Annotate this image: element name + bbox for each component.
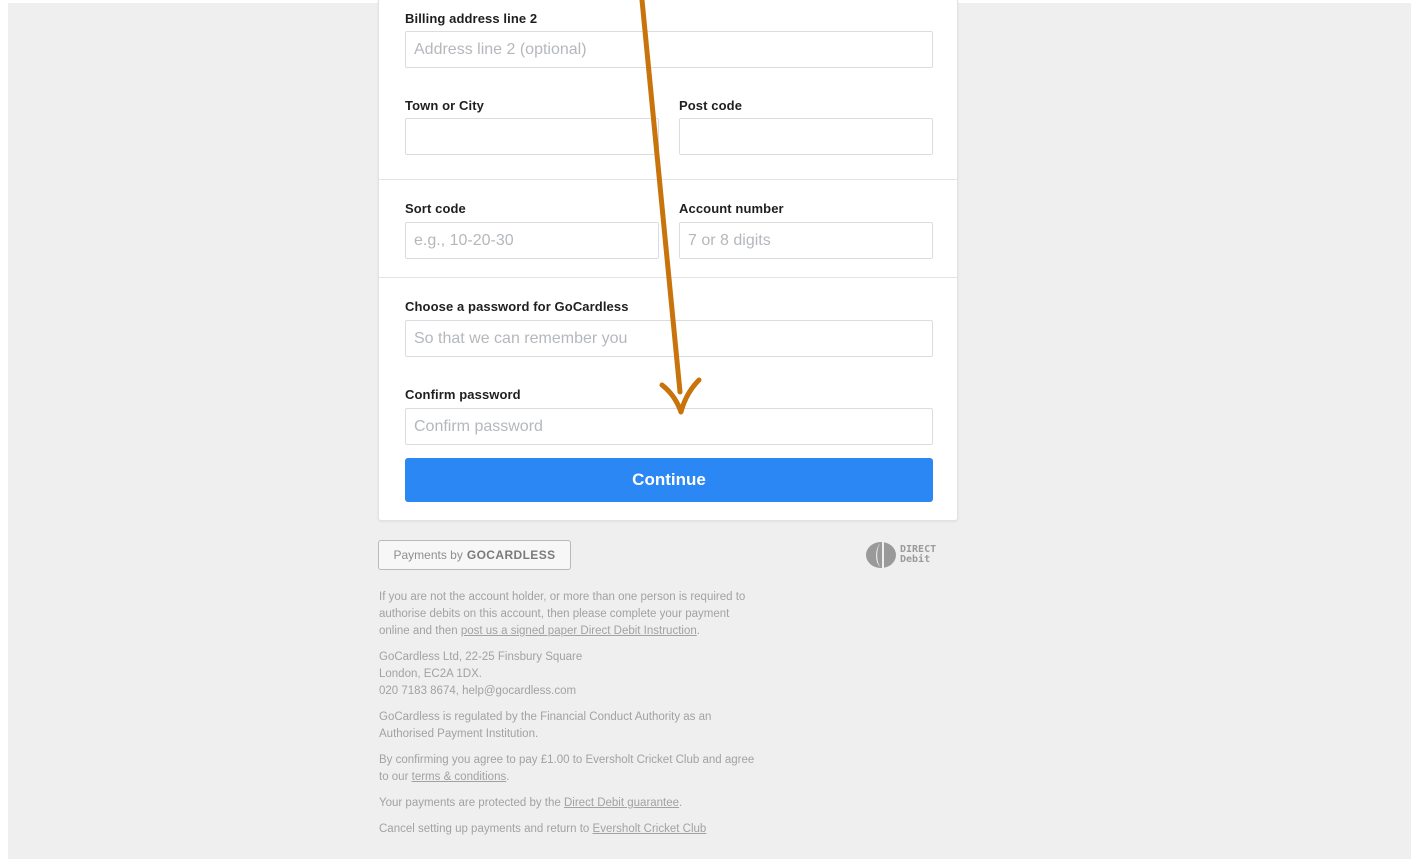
town-city-label: Town or City [405,98,484,113]
continue-button[interactable]: Continue [405,458,933,502]
direct-debit-logo: DIRECT Debit [864,539,960,571]
direct-debit-guarantee-link[interactable]: Direct Debit guarantee [564,797,679,809]
post-code-input[interactable] [679,118,933,155]
gocardless-brand: GOCARDLESS [466,548,556,562]
sort-code-label: Sort code [405,201,466,216]
password-input[interactable] [405,320,933,357]
footer-legal-text: If you are not the account holder, or mo… [379,589,759,847]
company-address: GoCardless Ltd, 22-25 Finsbury Square Lo… [379,651,583,697]
protection-notice: Your payments are protected by the Direc… [379,797,683,809]
section-divider [379,277,957,278]
account-number-label: Account number [679,201,784,216]
payment-agreement: By confirming you agree to pay £1.00 to … [379,754,755,783]
direct-debit-icon [866,542,896,568]
account-holder-notice: If you are not the account holder, or mo… [379,591,746,637]
payments-by-gocardless-badge[interactable]: Payments by GOCARDLESS [378,540,571,570]
confirm-password-label: Confirm password [405,387,521,402]
badge-prefix: Payments by [393,548,463,562]
password-label: Choose a password for GoCardless [405,299,629,314]
account-number-input[interactable] [679,222,933,259]
sort-code-input[interactable] [405,222,659,259]
direct-debit-line2: Debit [900,554,931,565]
billing-address-line2-input[interactable] [405,31,933,68]
post-code-label: Post code [679,98,743,113]
confirm-password-input[interactable] [405,408,933,445]
payment-form-card: Billing address line 2 Town or City Post… [378,0,958,521]
regulation-notice: GoCardless is regulated by the Financial… [379,711,712,740]
section-divider [379,179,957,180]
cancel-notice: Cancel setting up payments and return to… [379,823,707,835]
return-to-club-link[interactable]: Eversholt Cricket Club [593,823,707,835]
town-city-input[interactable] [405,118,659,155]
paper-instruction-link[interactable]: post us a signed paper Direct Debit Inst… [461,625,697,637]
terms-conditions-link[interactable]: terms & conditions [412,771,507,783]
billing-address-line2-label: Billing address line 2 [405,11,538,26]
